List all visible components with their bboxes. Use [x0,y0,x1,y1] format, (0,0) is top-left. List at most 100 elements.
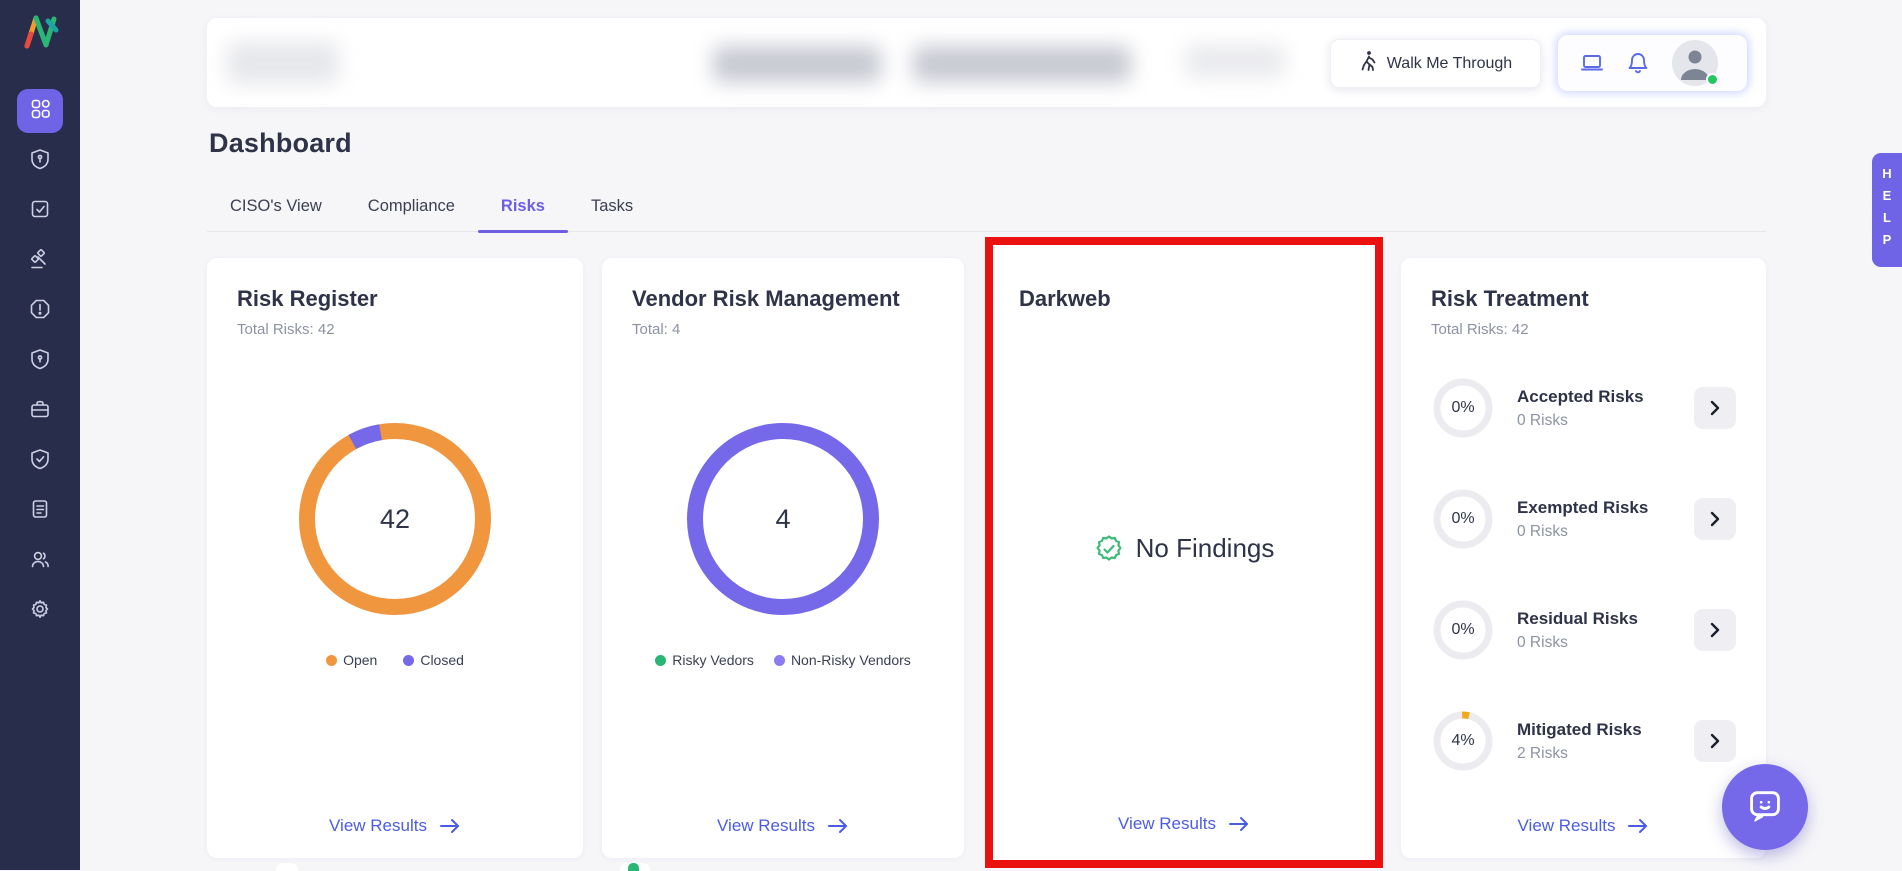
walking-person-icon [1359,50,1377,77]
arrow-right-icon [1628,819,1648,833]
sidebar-item-dashboard[interactable] [17,89,63,133]
card-title: Risk Treatment [1431,286,1589,311]
legend-label: Open [343,652,378,668]
sidebar-item-vendors[interactable] [17,389,63,433]
chevron-right-button[interactable] [1694,498,1736,540]
alert-octagon-icon [29,298,51,325]
chevron-right-icon [1710,622,1720,638]
chat-smiley-icon [1750,791,1780,822]
risk-register-card: Risk Register Total Risks: 42 42 Open Cl… [207,258,583,858]
view-results-label: View Results [329,816,427,835]
page-title: Dashboard [209,128,352,158]
treatment-count: 0 Risks [1517,411,1568,429]
legend-label: Risky Vedors [672,652,754,668]
redacted-text-blob [227,42,339,84]
no-findings-label: No Findings [1135,533,1275,563]
treatment-label: Exempted Risks [1517,497,1649,517]
sidebar [0,0,80,870]
card-subtitle: Total Risks: 42 [1431,321,1529,338]
redacted-company-name [713,46,881,82]
view-results-link[interactable]: View Results [1401,816,1766,836]
legend: Risky Vedors Non-Risky Vendors [632,652,934,668]
darkweb-card-highlight-box: Darkweb No Findings View Results [985,237,1383,868]
tab-compliance[interactable]: Compliance [345,197,478,231]
progress-percent: 0% [1451,510,1475,527]
chevron-right-button[interactable] [1694,609,1736,651]
sidebar-item-audit[interactable] [17,239,63,283]
risk-treatment-rows: 0% Accepted Risks 0 Risks 0% Exempted Ri… [1431,376,1736,773]
badge-check-icon [1096,534,1122,561]
legend-dot-risky [655,654,667,666]
legend-item-open: Open [326,652,377,668]
sidebar-item-tasks[interactable] [17,189,63,233]
shield-lock-icon [29,348,51,375]
redacted-text-blob [1185,44,1285,78]
card-subtitle: Total Risks: 42 [237,321,335,338]
view-results-label: View Results [1517,816,1616,835]
view-results-label: View Results [1118,814,1216,833]
shield-key-icon [29,148,51,175]
legend-item-risky: Risky Vedors [655,652,754,668]
monitor-icon[interactable] [1580,51,1604,75]
view-results-link[interactable]: View Results [207,816,583,836]
tab-cisos-view[interactable]: CISO's View [207,197,345,231]
chevron-right-icon [1710,511,1720,527]
arrow-right-icon [1228,817,1248,831]
treatment-row-exempted: 0% Exempted Risks 0 Risks [1431,487,1736,551]
sidebar-item-risk[interactable] [17,139,63,183]
dashboard-grid-icon [29,97,52,125]
treatment-label: Mitigated Risks [1517,719,1642,739]
card-title: Vendor Risk Management [632,286,900,311]
shield-check-icon [29,448,51,475]
treatment-row-accepted: 0% Accepted Risks 0 Risks [1431,376,1736,440]
tab-risks[interactable]: Risks [477,197,568,233]
legend-label: Closed [420,652,464,668]
sidebar-item-compliance[interactable] [17,439,63,483]
no-findings-state: No Findings [993,533,1375,564]
chevron-right-icon [1710,400,1720,416]
progress-ring: 0% [1431,376,1495,440]
redacted-company-name [913,46,1131,82]
progress-percent: 0% [1451,399,1475,416]
view-results-link[interactable]: View Results [602,816,964,836]
tab-tasks[interactable]: Tasks [568,197,656,231]
legend-item-non-risky: Non-Risky Vendors [773,652,911,668]
app-logo-icon[interactable] [18,10,62,57]
top-header: Walk Me Through [207,18,1766,107]
settings-gear-icon [29,598,51,625]
sidebar-item-reports[interactable] [17,489,63,533]
legend-dot-open [326,654,338,666]
avatar[interactable] [1672,40,1719,86]
bell-icon[interactable] [1626,51,1650,75]
gavel-icon [29,248,51,275]
legend-dot-non-risky [773,654,785,666]
sidebar-item-incidents[interactable] [17,289,63,333]
treatment-label: Residual Risks [1517,608,1638,628]
users-icon [29,548,51,575]
sidebar-item-security[interactable] [17,339,63,383]
walk-me-through-button[interactable]: Walk Me Through [1330,39,1541,88]
sidebar-item-settings[interactable] [17,589,63,633]
treatment-label: Accepted Risks [1517,386,1644,406]
walk-me-through-label: Walk Me Through [1386,54,1513,72]
progress-percent: 4% [1451,732,1475,749]
online-status-dot [1706,73,1719,86]
arrow-right-icon [827,819,847,833]
chat-widget-button[interactable] [1722,764,1808,850]
help-button[interactable]: HELP [1872,153,1902,267]
sidebar-item-users[interactable] [17,539,63,583]
header-icon-group [1558,35,1747,91]
progress-ring: 4% [1431,709,1495,773]
chevron-right-button[interactable] [1694,720,1736,762]
risk-treatment-card: Risk Treatment Total Risks: 42 0% Accept… [1401,258,1766,858]
view-results-link[interactable]: View Results [993,814,1375,834]
treatment-row-mitigated: 4% Mitigated Risks 2 Risks [1431,709,1736,773]
darkweb-card: Darkweb No Findings View Results [993,245,1375,860]
risk-register-donut-chart: 42 [298,422,492,616]
chevron-right-button[interactable] [1694,387,1736,429]
treatment-count: 0 Risks [1517,522,1568,540]
briefcase-icon [29,398,51,425]
card-title: Risk Register [237,286,378,311]
progress-percent: 0% [1451,621,1475,638]
document-icon [29,498,51,525]
